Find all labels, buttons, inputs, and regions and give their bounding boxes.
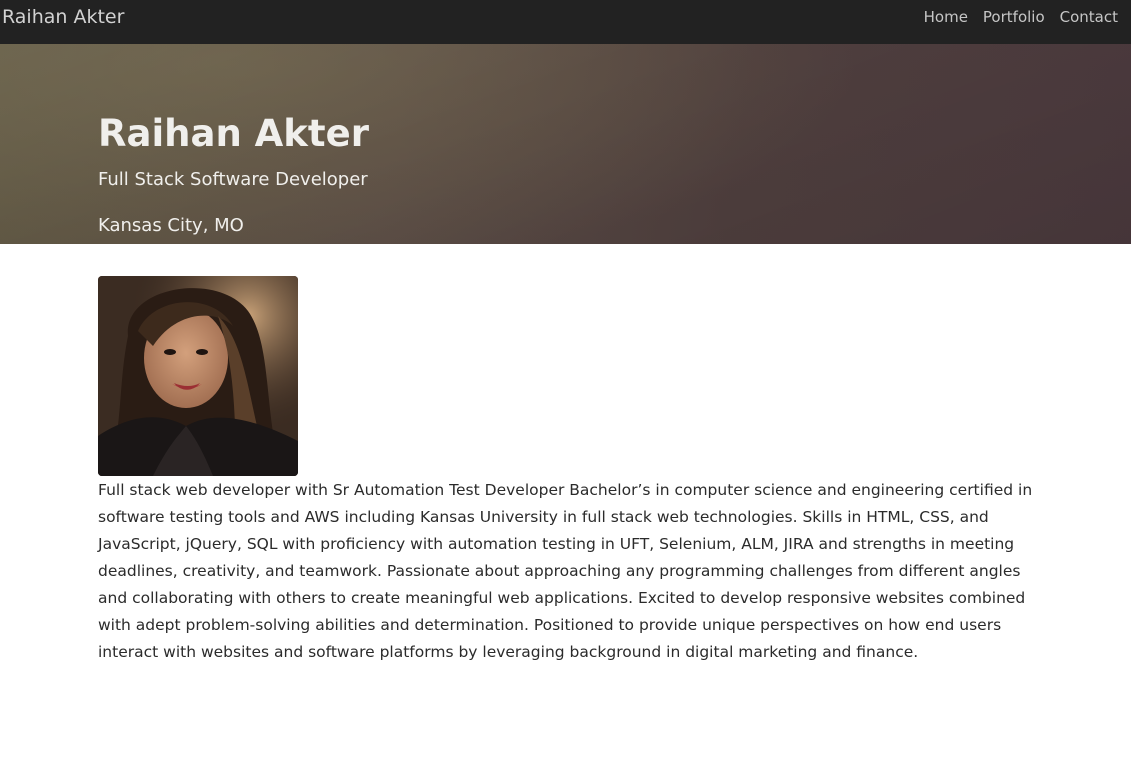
nav-link-contact[interactable]: Contact — [1060, 7, 1118, 27]
hero-banner: Raihan Akter Full Stack Software Develop… — [0, 44, 1131, 244]
bio-paragraph: Full stack web developer with Sr Automat… — [98, 481, 1033, 661]
profile-photo-image — [98, 276, 298, 476]
hero-job-title: Full Stack Software Developer — [98, 169, 368, 190]
profile-photo — [98, 276, 298, 476]
hero-name: Raihan Akter — [98, 112, 369, 155]
nav-links: Home Portfolio Contact — [924, 7, 1118, 27]
brand-link[interactable]: Raihan Akter — [2, 5, 124, 29]
nav-link-portfolio[interactable]: Portfolio — [983, 7, 1045, 27]
hero-location: Kansas City, MO — [98, 215, 244, 236]
nav-link-home[interactable]: Home — [924, 7, 968, 27]
top-navbar: Raihan Akter Home Portfolio Contact — [0, 0, 1131, 44]
